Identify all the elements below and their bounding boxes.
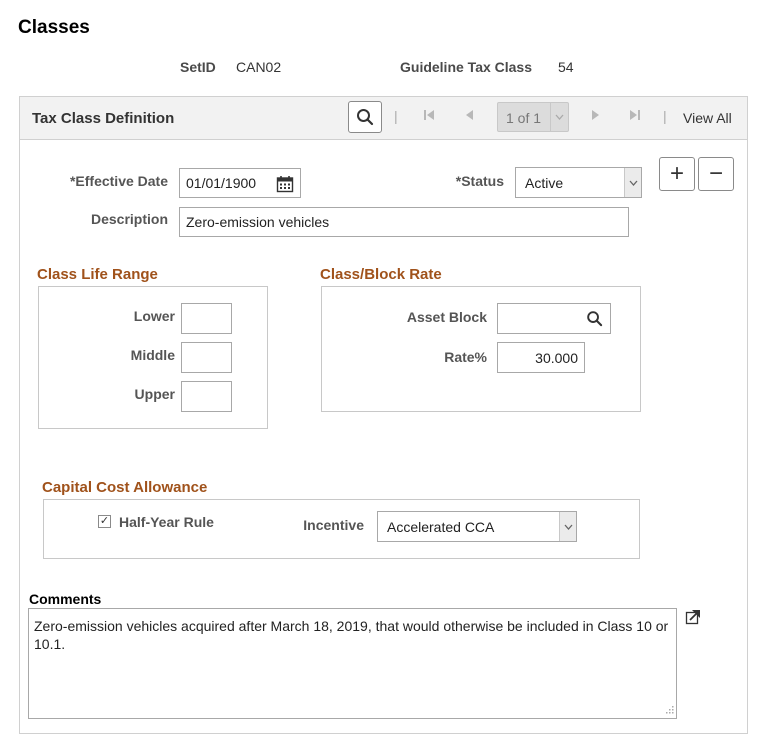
guideline-tax-class-label: Guideline Tax Class (400, 59, 533, 75)
search-icon[interactable] (586, 310, 603, 330)
comments-textarea[interactable]: Zero-emission vehicles acquired after Ma… (28, 608, 677, 719)
incentive-value: Accelerated CCA (387, 518, 495, 535)
incentive-label: Incentive (303, 517, 364, 533)
setid-value: CAN02 (236, 59, 282, 75)
minus-icon: − (708, 160, 723, 187)
separator: | (394, 108, 398, 124)
incentive-select[interactable]: Accelerated CCA (377, 511, 577, 542)
half-year-rule-checkbox[interactable]: ✓ (98, 515, 111, 528)
delete-row-button[interactable]: − (698, 157, 734, 191)
comments-text: Zero-emission vehicles acquired after Ma… (34, 618, 669, 652)
class-life-range-title: Class Life Range (37, 266, 158, 283)
chevron-down-icon (624, 168, 641, 197)
last-page-icon[interactable] (627, 108, 641, 125)
status-select[interactable]: Active (515, 167, 642, 198)
find-button[interactable] (348, 101, 382, 133)
setid-label: SetID (180, 59, 216, 75)
checkmark-icon: ✓ (99, 515, 110, 527)
page-title: Classes (18, 17, 90, 38)
lower-label: Lower (133, 308, 175, 324)
asset-block-label: Asset Block (406, 309, 487, 325)
plus-icon: + (669, 160, 684, 187)
description-label: Description (90, 211, 168, 227)
comments-label: Comments (29, 591, 102, 607)
separator: | (663, 108, 667, 124)
effective-date-label: *Effective Date (69, 173, 168, 189)
effective-date-value: 01/01/1900 (186, 175, 257, 191)
expand-icon[interactable] (685, 609, 701, 630)
previous-icon[interactable] (464, 108, 476, 125)
effective-date-field[interactable]: 01/01/1900 (179, 168, 301, 198)
rate-input[interactable]: 30.000 (497, 342, 585, 373)
guideline-tax-class-value: 54 (558, 59, 574, 75)
pager-text: 1 of 1 (506, 110, 542, 126)
middle-label: Middle (130, 347, 175, 363)
chevron-down-icon[interactable] (550, 103, 568, 131)
resize-grip-icon[interactable] (665, 705, 674, 716)
description-input[interactable]: Zero-emission vehicles (179, 207, 629, 237)
first-page-icon[interactable] (423, 108, 437, 125)
asset-block-input[interactable] (497, 303, 611, 334)
search-icon (357, 109, 374, 126)
next-icon[interactable] (589, 108, 601, 125)
upper-label: Upper (134, 386, 175, 402)
chevron-down-icon (559, 512, 576, 541)
panel-title: Tax Class Definition (32, 110, 175, 127)
rate-label: Rate% (444, 349, 487, 365)
half-year-rule-label: Half-Year Rule (119, 514, 214, 530)
class-block-rate-title: Class/Block Rate (320, 266, 442, 283)
add-row-button[interactable]: + (659, 157, 695, 191)
description-value: Zero-emission vehicles (186, 214, 330, 230)
view-all-link[interactable]: View All (683, 110, 732, 126)
status-label: *Status (455, 173, 504, 189)
lower-input[interactable] (181, 303, 232, 334)
calendar-icon[interactable] (276, 175, 294, 196)
rate-value: 30.000 (535, 349, 578, 366)
upper-input[interactable] (181, 381, 232, 412)
status-value: Active (525, 174, 564, 191)
middle-input[interactable] (181, 342, 232, 373)
capital-cost-allowance-title: Capital Cost Allowance (42, 479, 208, 496)
